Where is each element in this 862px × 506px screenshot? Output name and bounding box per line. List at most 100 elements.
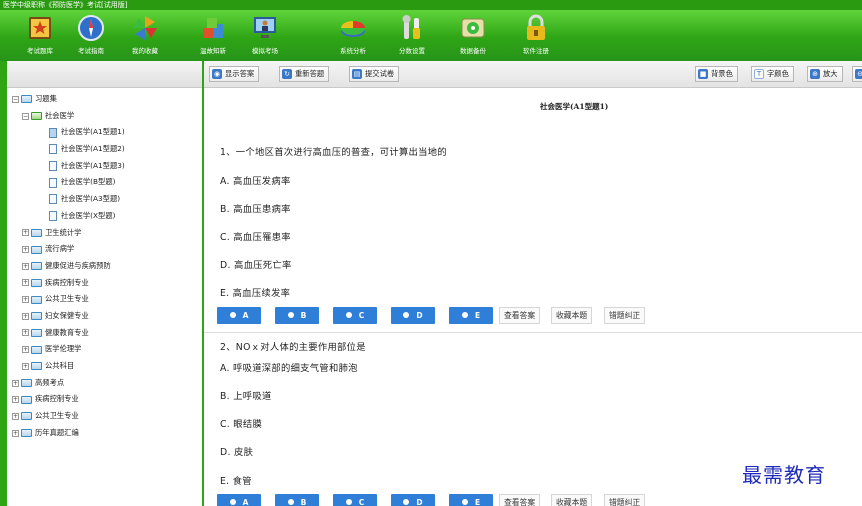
view-answer-button[interactable]: 查看答案	[499, 494, 541, 506]
radio-dot-icon	[229, 499, 236, 505]
radio-dot-icon	[461, 499, 468, 505]
option-e: E. 食管	[220, 476, 252, 487]
radio-dot-icon	[345, 312, 352, 318]
tree-node[interactable]: + 历年真题汇编	[7, 425, 202, 442]
answer-d-button[interactable]: D	[391, 307, 435, 324]
tree-leaf[interactable]: 社会医学(X型题)	[7, 208, 202, 225]
expand-icon[interactable]: +	[22, 262, 29, 270]
report-error-button[interactable]: 错题纠正	[604, 307, 646, 324]
option-d: D. 高血压死亡率	[220, 260, 292, 271]
radio-dot-icon	[345, 499, 352, 505]
toolbar-review-button[interactable]: 温故知新	[193, 12, 233, 55]
tree-node[interactable]: + 疾病控制专业	[7, 391, 202, 408]
toolbar-exam-guide-button[interactable]: 考试指南	[71, 12, 111, 55]
favorite-question-button[interactable]: 收藏本题	[551, 307, 593, 324]
expand-icon[interactable]: +	[12, 412, 19, 420]
tree-node-social-medicine[interactable]: − 社会医学	[7, 108, 202, 125]
show-answer-button[interactable]: ◉ 显示答案	[209, 66, 260, 82]
background-color-button[interactable]: ■ 背景色	[695, 66, 738, 82]
tree-node[interactable]: + 疾病控制专业	[7, 275, 202, 292]
star-book-icon	[26, 14, 54, 42]
tree-leaf[interactable]: 社会医学(A1型题3)	[7, 158, 202, 175]
toolbar-score-settings-button[interactable]: 分数设置	[392, 12, 432, 55]
expand-icon[interactable]: +	[12, 429, 19, 437]
expand-icon[interactable]: +	[22, 362, 29, 370]
toolbar-question-bank-button[interactable]: 考试题库	[20, 12, 60, 55]
radio-dot-icon	[287, 499, 294, 505]
folder-icon	[21, 412, 32, 421]
document-icon	[49, 161, 57, 172]
font-color-button[interactable]: T 字颜色	[751, 66, 794, 82]
zoom-in-button[interactable]: ⊕ 放大	[807, 66, 843, 82]
expand-icon[interactable]: +	[22, 246, 29, 254]
answer-b-button[interactable]: B	[275, 494, 319, 506]
toolbar-backup-button[interactable]: 数据备份	[453, 12, 493, 55]
answer-c-button[interactable]: C	[333, 307, 377, 324]
answer-d-button[interactable]: D	[391, 494, 435, 506]
answer-e-button[interactable]: E	[449, 307, 493, 324]
toolbar-favorites-button[interactable]: 我的收藏	[125, 12, 165, 55]
question-stem: 2、NOｘ对人体的主要作用部位是	[220, 342, 366, 353]
pinwheel-icon	[131, 14, 159, 42]
tree-node-exercise-set[interactable]: − 习题集	[7, 91, 202, 108]
expand-icon[interactable]: +	[22, 346, 29, 354]
radio-dot-icon	[461, 312, 468, 318]
tree-node[interactable]: + 流行病学	[7, 241, 202, 258]
collapse-icon[interactable]: −	[12, 95, 19, 103]
tree-leaf[interactable]: 社会医学(A3型题)	[7, 191, 202, 208]
folder-icon	[31, 362, 42, 371]
expand-icon[interactable]: +	[22, 329, 29, 337]
tree-node[interactable]: + 公共卫生专业	[7, 291, 202, 308]
collapse-icon[interactable]: −	[22, 112, 29, 120]
option-a: A. 呼吸道深部的细支气管和肺泡	[220, 363, 358, 374]
expand-icon[interactable]: +	[12, 379, 19, 387]
document-icon	[49, 144, 57, 155]
submit-paper-button[interactable]: ▤ 提交试卷	[349, 66, 400, 82]
document-icon	[49, 127, 57, 138]
tree-node[interactable]: + 卫生统计学	[7, 225, 202, 242]
zoom-in-icon: ⊕	[810, 69, 820, 79]
tree-leaf-selected[interactable]: 社会医学(A1型题1)	[7, 124, 202, 141]
toolbar-label: 我的收藏	[132, 47, 158, 55]
expand-icon[interactable]: +	[22, 312, 29, 320]
tree-node[interactable]: + 妇女保健专业	[7, 308, 202, 325]
answer-a-button[interactable]: A	[217, 307, 261, 324]
zoom-out-button[interactable]: ⊖	[852, 66, 862, 82]
tree-node[interactable]: + 公共卫生专业	[7, 408, 202, 425]
favorite-question-button[interactable]: 收藏本题	[551, 494, 593, 506]
toolbar-analysis-button[interactable]: 系统分析	[333, 12, 373, 55]
toolbar-register-button[interactable]: 软件注册	[516, 12, 556, 55]
folder-icon	[21, 379, 32, 388]
refresh-icon: ↻	[282, 69, 292, 79]
question-stem: 1、一个地区首次进行高血压的普查，可计算出当地的	[220, 147, 447, 158]
document-icon	[49, 177, 57, 188]
view-answer-button[interactable]: 查看答案	[499, 307, 541, 324]
folder-icon	[21, 95, 32, 104]
expand-icon[interactable]: +	[22, 229, 29, 237]
tree-panel-header	[7, 61, 202, 88]
toolbar-label: 模拟考场	[252, 47, 278, 55]
toolbar-mock-exam-button[interactable]: 模拟考场	[245, 12, 285, 55]
radio-dot-icon	[403, 312, 410, 318]
tree-node[interactable]: + 医学伦理学	[7, 341, 202, 358]
tree-node[interactable]: + 高频考点	[7, 375, 202, 392]
tree-leaf[interactable]: 社会医学(B型题)	[7, 174, 202, 191]
reanswer-button[interactable]: ↻ 重新答题	[279, 66, 330, 82]
tree-node[interactable]: + 公共科目	[7, 358, 202, 375]
report-error-button[interactable]: 错题纠正	[604, 494, 646, 506]
expand-icon[interactable]: +	[22, 296, 29, 304]
expand-icon[interactable]: +	[22, 279, 29, 287]
answer-e-button[interactable]: E	[449, 494, 493, 506]
tree-node[interactable]: + 健康促进与疾病预防	[7, 258, 202, 275]
toolbar-label: 分数设置	[399, 47, 425, 55]
answer-a-button[interactable]: A	[217, 494, 261, 506]
answer-c-button[interactable]: C	[333, 494, 377, 506]
monitor-person-icon	[251, 14, 279, 42]
radio-dot-icon	[403, 499, 410, 505]
padlock-icon	[522, 14, 550, 42]
expand-icon[interactable]: +	[12, 396, 19, 404]
answer-b-button[interactable]: B	[275, 307, 319, 324]
tree-leaf[interactable]: 社会医学(A1型题2)	[7, 141, 202, 158]
tree-node[interactable]: + 健康教育专业	[7, 325, 202, 342]
folder-icon	[31, 328, 42, 337]
